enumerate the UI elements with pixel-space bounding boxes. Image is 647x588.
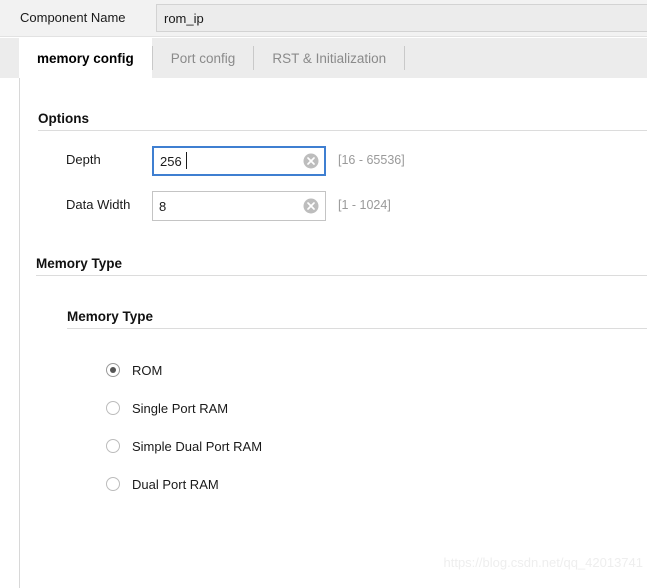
memory-config-panel: Options Depth [16 - 65536] Data Width [1… — [19, 78, 647, 588]
component-name-label: Component Name — [20, 10, 126, 25]
radio-mark-icon — [106, 363, 120, 377]
depth-range-hint: [16 - 65536] — [338, 153, 405, 167]
radio-mark-icon — [106, 477, 120, 491]
radio-mark-icon — [106, 401, 120, 415]
options-section-title: Options — [38, 111, 89, 126]
radio-label: ROM — [132, 362, 163, 378]
data-width-field-wrap — [152, 191, 326, 221]
depth-field-wrap — [152, 146, 326, 176]
radio-option-single-port-ram[interactable]: Single Port RAM — [106, 398, 228, 418]
tab-memory-config[interactable]: memory config — [19, 38, 152, 78]
tab-strip: memory config Port config RST & Initiali… — [0, 38, 647, 78]
radio-option-simple-dual-port-ram[interactable]: Simple Dual Port RAM — [106, 436, 262, 456]
tab-rst-initialization[interactable]: RST & Initialization — [254, 38, 404, 78]
component-name-row: Component Name — [0, 0, 647, 37]
memory-type-section-rule — [36, 275, 647, 276]
component-name-input[interactable] — [156, 4, 647, 32]
radio-mark-icon — [106, 439, 120, 453]
radio-label: Single Port RAM — [132, 400, 229, 416]
tab-separator — [404, 46, 406, 70]
radio-option-dual-port-ram[interactable]: Dual Port RAM — [106, 474, 219, 494]
depth-input[interactable] — [152, 146, 326, 176]
data-width-range-hint: [1 - 1024] — [338, 198, 391, 212]
clear-circle-icon[interactable] — [303, 198, 319, 214]
radio-label: Dual Port RAM — [132, 476, 219, 492]
watermark-text: https://blog.csdn.net/qq_42013741 — [443, 555, 644, 570]
text-caret — [186, 152, 187, 169]
memory-type-section-title: Memory Type — [36, 256, 123, 271]
data-width-input[interactable] — [152, 191, 326, 221]
memory-type-subsection-title: Memory Type — [67, 309, 154, 324]
tab-port-config[interactable]: Port config — [153, 38, 254, 78]
memory-type-subsection-rule — [67, 328, 647, 329]
depth-label: Depth — [66, 152, 101, 167]
options-section-rule — [38, 130, 647, 131]
radio-option-rom[interactable]: ROM — [106, 360, 162, 380]
data-width-label: Data Width — [66, 197, 131, 212]
radio-label: Simple Dual Port RAM — [132, 438, 263, 454]
clear-circle-icon[interactable] — [303, 153, 319, 169]
